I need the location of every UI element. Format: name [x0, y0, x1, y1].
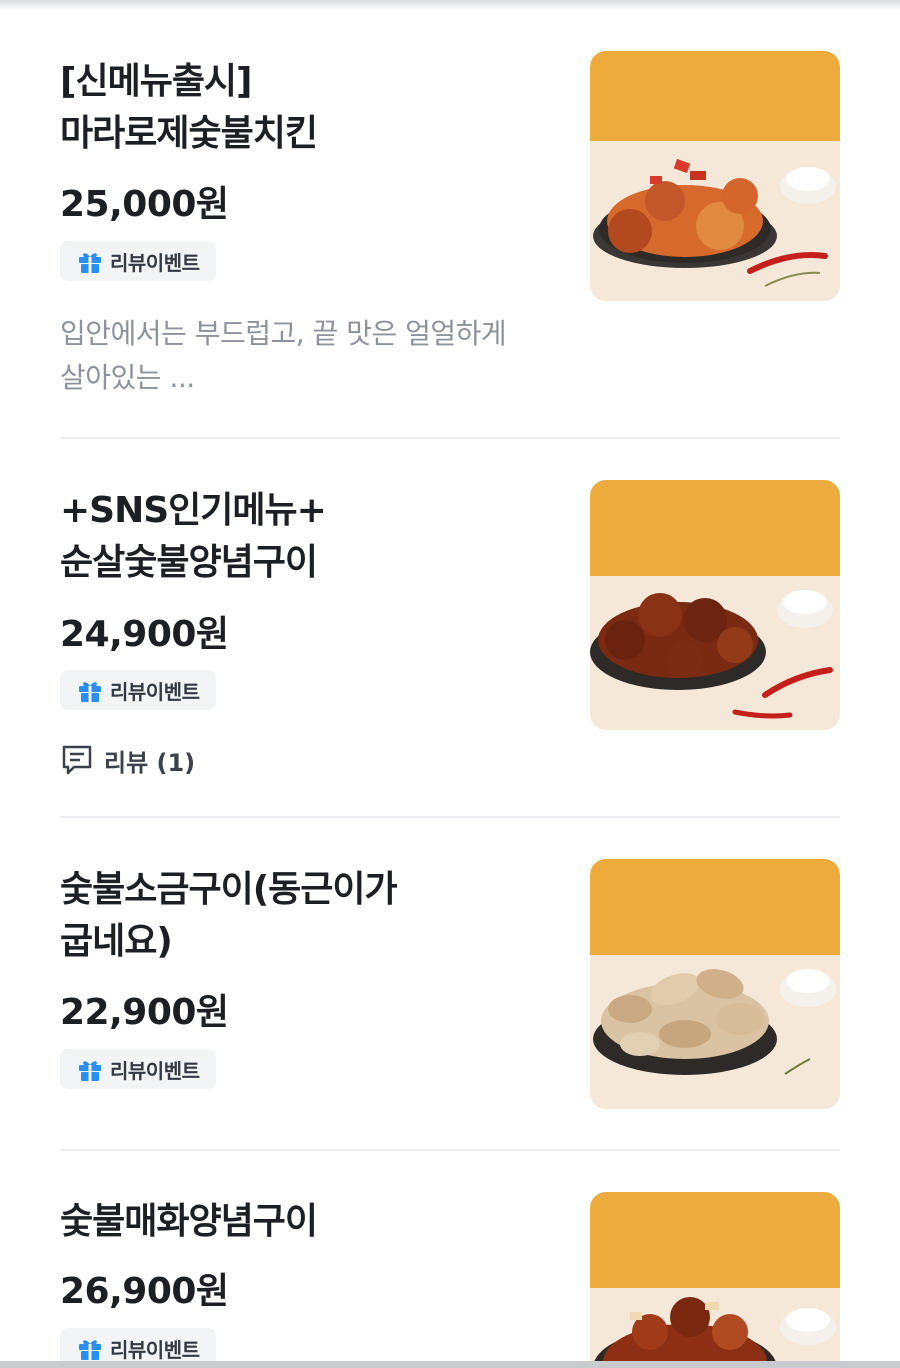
menu-item-price: 25,000원	[60, 184, 229, 225]
badge-label: 리뷰이벤트	[110, 250, 200, 275]
review-count: 리뷰 (1)	[104, 748, 196, 777]
menu-item-name: 숯불매화양념구이	[60, 1201, 318, 1242]
menu-item-name: [신메뉴출시] 마라로제숯불치킨	[60, 61, 318, 154]
menu-list: [신메뉴출시] 마라로제숯불치킨 25,000원 리뷰이벤트 입안에서는 부드럽…	[0, 0, 900, 1368]
menu-item-image[interactable]	[590, 859, 840, 1109]
menu-item[interactable]: 숯불매화양념구이 26,900원 리뷰이벤트	[0, 1152, 900, 1368]
badge-label: 리뷰이벤트	[110, 1058, 200, 1083]
badge-label: 리뷰이벤트	[110, 679, 200, 704]
menu-item[interactable]: 숯불소금구이(동근이가 굽네요) 22,900원 리뷰이벤트	[0, 820, 900, 1152]
spicy-rose-chicken-photo	[590, 51, 840, 301]
menu-item-image[interactable]	[590, 1192, 840, 1368]
badge-label: 리뷰이벤트	[110, 1337, 200, 1362]
menu-item-image[interactable]	[590, 51, 840, 301]
review-event-badge: 리뷰이벤트	[60, 241, 216, 281]
menu-item-name: 숯불소금구이(동근이가 굽네요)	[60, 869, 398, 962]
gift-icon	[79, 682, 101, 702]
menu-item-price: 22,900원	[60, 992, 229, 1033]
review-event-badge: 리뷰이벤트	[60, 670, 216, 710]
menu-item-name: +SNS인기메뉴+ 순살숯불양념구이	[60, 490, 327, 583]
boneless-seasoned-chicken-photo	[590, 480, 840, 730]
menu-item-image[interactable]	[590, 480, 840, 730]
menu-item-price: 26,900원	[60, 1271, 229, 1312]
menu-item-price: 24,900원	[60, 614, 229, 655]
review-event-badge: 리뷰이벤트	[60, 1049, 216, 1089]
plum-seasoned-chicken-photo	[590, 1192, 840, 1368]
menu-item[interactable]: +SNS인기메뉴+ 순살숯불양념구이 24,900원 리뷰이벤트 리뷰 (1)	[0, 440, 900, 820]
chat-icon	[62, 745, 92, 775]
divider	[60, 437, 840, 439]
menu-item-description: 입안에서는 부드럽고, 끝 맛은 얼얼하게 살아있는 ...	[60, 317, 507, 394]
divider	[60, 1149, 840, 1151]
gift-icon	[79, 253, 101, 273]
gift-icon	[79, 1340, 101, 1360]
menu-item[interactable]: [신메뉴출시] 마라로제숯불치킨 25,000원 리뷰이벤트 입안에서는 부드럽…	[0, 0, 900, 440]
review-link[interactable]: 리뷰 (1)	[60, 742, 195, 778]
salt-grilled-chicken-photo	[590, 859, 840, 1109]
gift-icon	[79, 1061, 101, 1081]
divider	[60, 816, 840, 818]
bottom-scroll-edge	[0, 1361, 900, 1368]
